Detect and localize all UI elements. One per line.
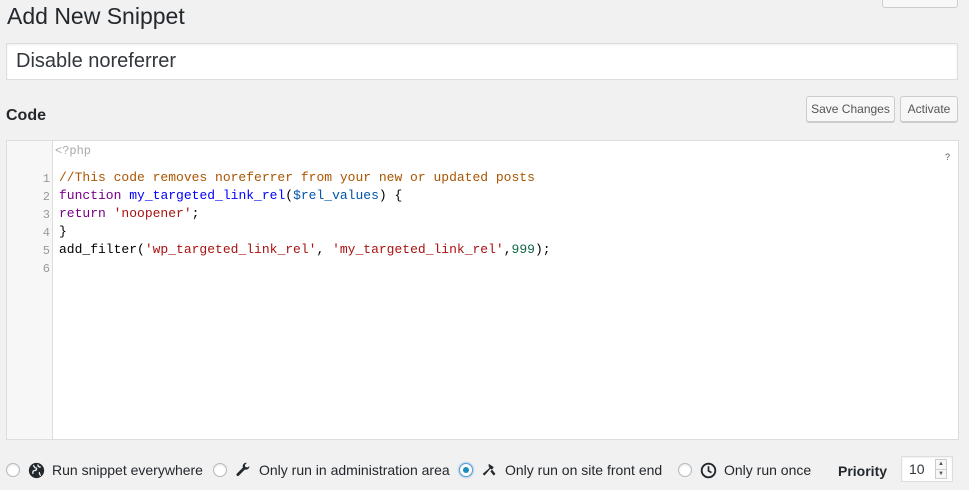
php-open-tag: <?php bbox=[55, 144, 92, 158]
scope-option-once[interactable]: Only run once bbox=[678, 458, 811, 482]
code-line-1: //This code removes noreferrer from your… bbox=[59, 170, 535, 185]
code-line-4: } bbox=[59, 224, 67, 239]
line-number: 5 bbox=[42, 244, 50, 258]
code-punct: ( bbox=[285, 188, 294, 203]
code-punct: ; bbox=[191, 206, 200, 221]
scope-option-label: Only run in administration area bbox=[259, 462, 450, 478]
code-line-2: function my_targeted_link_rel($rel_value… bbox=[59, 188, 402, 203]
scope-options: Run snippet everywhere Only run in admin… bbox=[6, 458, 959, 482]
scope-option-everywhere[interactable]: Run snippet everywhere bbox=[6, 458, 203, 482]
scope-radio[interactable] bbox=[213, 463, 227, 477]
scope-option-label: Run snippet everywhere bbox=[52, 462, 203, 478]
code-keyword: return bbox=[59, 206, 106, 221]
stepper-down-icon[interactable]: ▼ bbox=[936, 470, 946, 479]
code-line-3: return 'noopener'; bbox=[59, 206, 199, 221]
priority-input[interactable]: 10 ▲ ▼ bbox=[901, 456, 953, 482]
code-variable: $rel_values bbox=[293, 188, 379, 203]
scope-radio[interactable] bbox=[678, 463, 692, 477]
scope-radio[interactable] bbox=[6, 463, 20, 477]
priority-value[interactable]: 10 bbox=[902, 461, 935, 477]
scope-option-label: Only run once bbox=[724, 462, 812, 478]
line-number-gutter: 1 2 3 4 5 6 bbox=[7, 141, 53, 439]
code-punct: } bbox=[59, 224, 67, 239]
code-editor[interactable]: 1 2 3 4 5 6 <?php ? //This code removes … bbox=[6, 140, 959, 440]
scope-option-front-end[interactable]: Only run on site front end bbox=[459, 458, 662, 482]
hammer-icon bbox=[481, 462, 498, 479]
scope-option-admin[interactable]: Only run in administration area bbox=[213, 458, 450, 482]
line-number: 2 bbox=[42, 190, 50, 204]
editor-help-icon[interactable]: ? bbox=[945, 152, 950, 162]
line-number: 4 bbox=[42, 226, 50, 240]
top-right-button[interactable] bbox=[882, 0, 958, 8]
code-string: 'wp_targeted_link_rel' bbox=[144, 242, 317, 257]
code-string: 'noopener' bbox=[113, 206, 192, 221]
code-punct: , bbox=[316, 242, 333, 257]
code-line-5: add_filter('wp_targeted_link_rel', 'my_t… bbox=[59, 242, 551, 257]
line-number: 1 bbox=[42, 172, 50, 186]
code-punct: ) { bbox=[378, 188, 403, 203]
clock-icon bbox=[700, 462, 717, 479]
activate-button[interactable]: Activate bbox=[900, 96, 958, 122]
code-string: 'my_targeted_link_rel' bbox=[332, 242, 504, 257]
page-title: Add New Snippet bbox=[7, 3, 185, 29]
priority-label: Priority bbox=[838, 463, 888, 479]
stepper-up-icon[interactable]: ▲ bbox=[936, 460, 946, 470]
line-number: 3 bbox=[42, 208, 50, 222]
scope-option-label: Only run on site front end bbox=[505, 462, 663, 478]
code-number: 999 bbox=[511, 242, 535, 257]
globe-icon bbox=[28, 462, 45, 479]
line-number: 6 bbox=[42, 262, 50, 276]
code-function-call: add_filter( bbox=[59, 242, 145, 257]
save-changes-button[interactable]: Save Changes bbox=[806, 96, 895, 122]
wrench-icon bbox=[235, 462, 252, 479]
priority-stepper[interactable]: ▲ ▼ bbox=[935, 459, 947, 479]
code-punct: , bbox=[503, 242, 512, 257]
code-comment: //This code removes noreferrer from your… bbox=[59, 170, 535, 185]
code-keyword: function bbox=[59, 188, 122, 203]
snippet-title-input[interactable] bbox=[6, 43, 958, 80]
code-heading: Code bbox=[6, 107, 46, 124]
code-function-name: my_targeted_link_rel bbox=[129, 188, 286, 203]
scope-radio-checked[interactable] bbox=[459, 463, 473, 477]
code-punct: ); bbox=[534, 242, 551, 257]
